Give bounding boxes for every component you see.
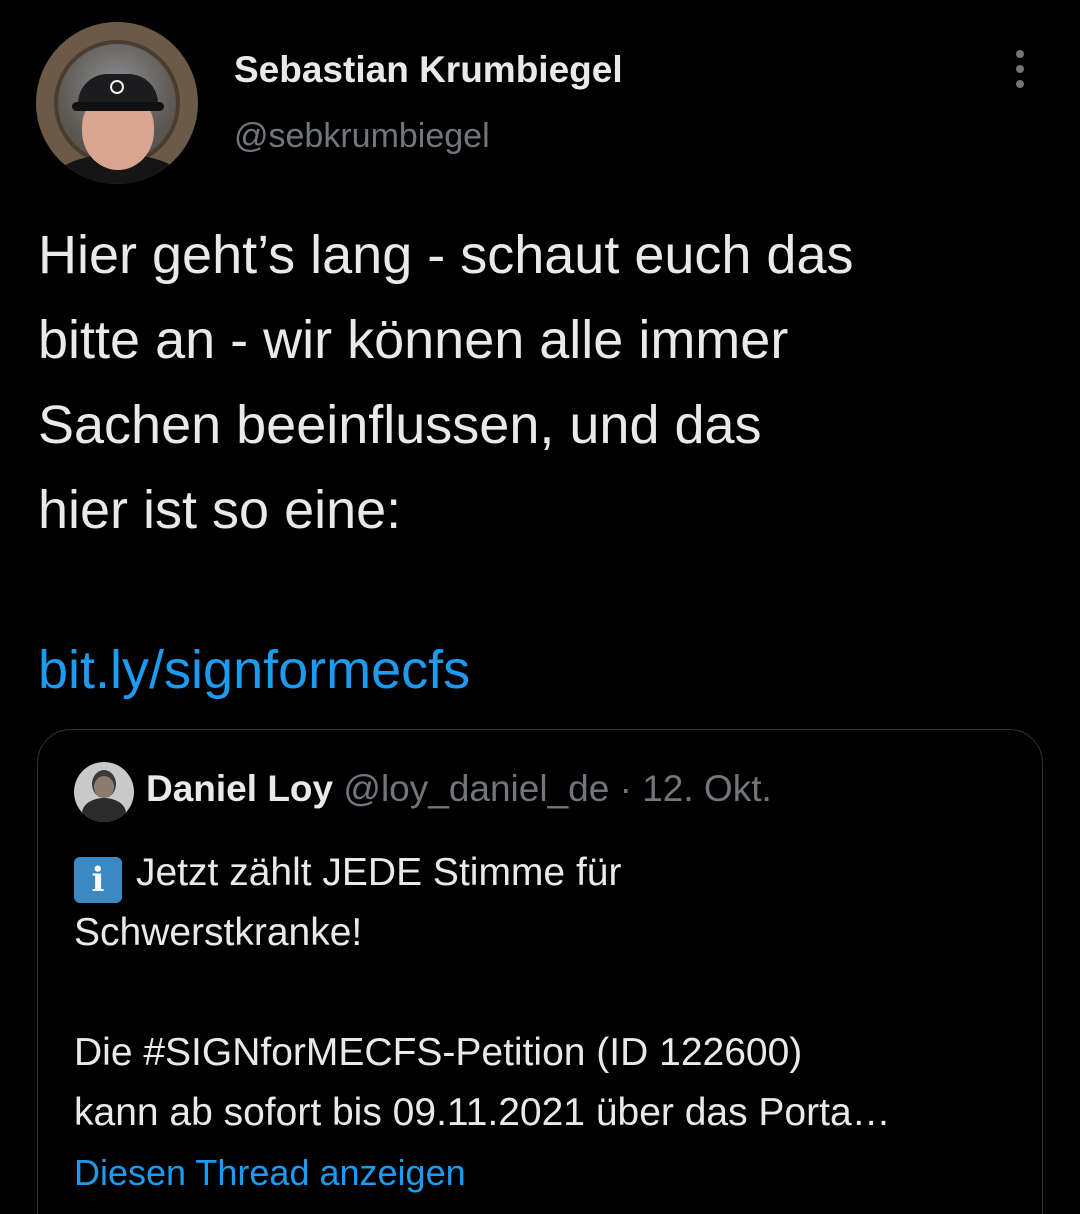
author-avatar[interactable] <box>36 22 198 184</box>
quoted-author-avatar[interactable] <box>74 762 134 822</box>
quoted-text-line: i Jetzt zählt JEDE Stimme für <box>74 843 1014 903</box>
more-vertical-icon <box>1016 80 1024 88</box>
tweet-link[interactable]: bit.ly/signformecfs <box>38 628 470 713</box>
quoted-text-line-2: Schwerstkranke! <box>74 911 363 954</box>
more-vertical-icon <box>1016 50 1024 58</box>
more-vertical-icon <box>1016 65 1024 73</box>
quoted-tweet-text: i Jetzt zählt JEDE Stimme für Schwerstkra… <box>74 843 1014 1143</box>
quoted-text-line-1: Jetzt zählt JEDE Stimme für <box>136 851 622 894</box>
quoted-author-handle: @loy_daniel_de <box>343 768 610 809</box>
tweet: Sebastian Krumbiegel @sebkrumbiegel Hier… <box>0 0 1080 1214</box>
show-thread-link[interactable]: Diesen Thread anzeigen <box>74 1152 466 1194</box>
author-display-name[interactable]: Sebastian Krumbiegel <box>234 49 623 91</box>
information-icon: i <box>74 857 122 903</box>
avatar-cap-logo <box>110 80 124 94</box>
quoted-avatar-face <box>94 776 114 798</box>
quoted-tweet-date[interactable]: 12. Okt. <box>642 768 772 809</box>
quoted-tweet-header: Daniel Loy @loy_daniel_de · 12. Okt. <box>146 768 772 810</box>
author-handle[interactable]: @sebkrumbiegel <box>234 117 490 156</box>
quoted-avatar-body <box>82 798 126 822</box>
avatar-cap-brim <box>72 102 164 111</box>
quoted-author-name[interactable]: Daniel Loy <box>146 768 333 809</box>
tweet-text: Hier geht’s lang - schaut euch das bitte… <box>38 225 854 540</box>
quoted-text-line-3: Die #SIGNforMECFS-Petition (ID 122600) <box>74 1031 803 1074</box>
more-options-button[interactable] <box>1000 46 1040 92</box>
quoted-text-line-4: kann ab sofort bis 09.11.2021 über das P… <box>74 1091 891 1134</box>
header-separator: · <box>619 768 632 809</box>
